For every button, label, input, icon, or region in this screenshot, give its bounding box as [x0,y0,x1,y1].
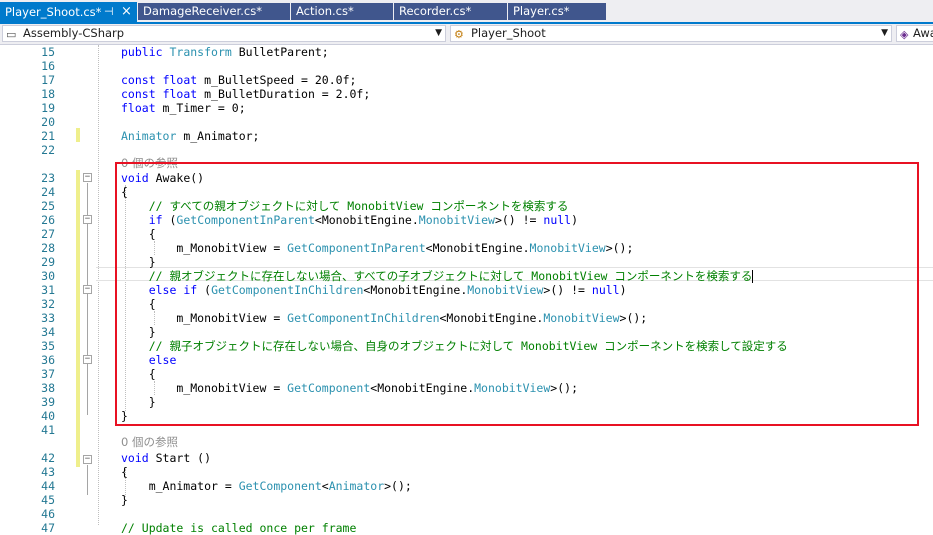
line-number: 25 [41,199,55,213]
line-number: 31 [41,283,55,297]
project-name: Assembly-CSharp [23,26,125,40]
code-line[interactable]: const float m_BulletDuration = 2.0f; [121,87,370,101]
line-number: 44 [41,479,55,493]
line-number: 34 [41,325,55,339]
tab-damage-receiver[interactable]: DamageReceiver.cs* [138,3,290,20]
code-line[interactable]: Animator m_Animator; [121,129,259,143]
line-number: 18 [41,87,55,101]
line-number: 35 [41,339,55,353]
line-number: 17 [41,73,55,87]
fold-line [87,465,88,495]
tab-action[interactable]: Action.cs* [291,3,393,20]
line-number: 26 [41,213,55,227]
class-dropdown[interactable]: ⚙ Player_Shoot ▼ [450,25,892,42]
collapse-icon[interactable]: − [83,355,92,364]
class-name: Player_Shoot [471,26,546,40]
codelens-reference-count[interactable]: 0 個の参照 [121,435,178,449]
code-line[interactable]: // Update is called once per frame [121,521,356,535]
line-number: 27 [41,227,55,241]
class-icon: ⚙ [454,28,464,41]
line-number: 28 [41,241,55,255]
line-number: 43 [41,465,55,479]
code-line[interactable]: const float m_BulletSpeed = 20.0f; [121,73,356,87]
line-number: 41 [41,423,55,437]
project-icon: ▭ [6,28,17,41]
line-number: 39 [41,395,55,409]
collapse-icon[interactable]: − [83,285,92,294]
line-number: 19 [41,101,55,115]
line-number: 46 [41,507,55,521]
document-tab-bar: Player_Shoot.cs* ⊣ × DamageReceiver.cs* … [0,0,933,22]
code-editor[interactable]: − − − − − 15 16 17 18 19 20 21 22 23 24 … [0,45,933,535]
line-number: 47 [41,521,55,535]
project-dropdown[interactable]: ▭ Assembly-CSharp ▼ [2,25,446,42]
change-indicator [76,170,80,467]
member-dropdown[interactable]: ◈ Awa [896,25,933,42]
line-number: 21 [41,129,55,143]
line-number: 30 [41,269,55,283]
code-line[interactable]: float m_Timer = 0; [121,101,246,115]
tab-label: Player.cs* [513,4,570,18]
tab-player[interactable]: Player.cs* [508,3,606,20]
line-number: 37 [41,367,55,381]
line-number: 24 [41,185,55,199]
line-number: 36 [41,353,55,367]
chevron-down-icon: ▼ [435,28,442,38]
line-number: 23 [41,171,55,185]
pin-icon[interactable]: ⊣ [104,2,114,22]
collapse-icon[interactable]: − [83,215,92,224]
indent-guide [98,45,99,525]
change-indicator [76,128,80,142]
tab-label: Recorder.cs* [399,4,472,18]
tab-label: Action.cs* [296,4,354,18]
code-line[interactable]: public Transform BulletParent; [121,45,329,59]
tab-label: DamageReceiver.cs* [143,4,262,18]
line-number: 38 [41,381,55,395]
line-number: 40 [41,409,55,423]
highlight-annotation-box [115,162,919,426]
chevron-down-icon: ▼ [881,28,888,38]
navigation-bar: ▭ Assembly-CSharp ▼ ⚙ Player_Shoot ▼ ◈ A… [0,24,933,45]
code-line[interactable]: void Start () [121,451,211,465]
code-line[interactable]: { [121,465,128,479]
line-number: 45 [41,493,55,507]
code-line[interactable]: m_Animator = GetComponent<Animator>(); [121,479,412,493]
line-number: 32 [41,297,55,311]
close-icon[interactable]: × [121,2,132,22]
line-number: 15 [41,45,55,59]
line-number: 29 [41,255,55,269]
line-number: 42 [41,451,55,465]
line-number: 33 [41,311,55,325]
line-number: 16 [41,59,55,73]
collapse-icon[interactable]: − [83,455,92,464]
line-number: 22 [41,143,55,157]
tab-recorder[interactable]: Recorder.cs* [394,3,507,20]
line-number: 20 [41,115,55,129]
method-icon: ◈ [900,28,909,41]
tab-label: Player_Shoot.cs* [5,5,102,19]
member-name: Awa [913,26,933,40]
collapse-icon[interactable]: − [83,173,92,182]
code-line[interactable]: } [121,493,128,507]
tab-player-shoot[interactable]: Player_Shoot.cs* ⊣ × [0,2,137,22]
